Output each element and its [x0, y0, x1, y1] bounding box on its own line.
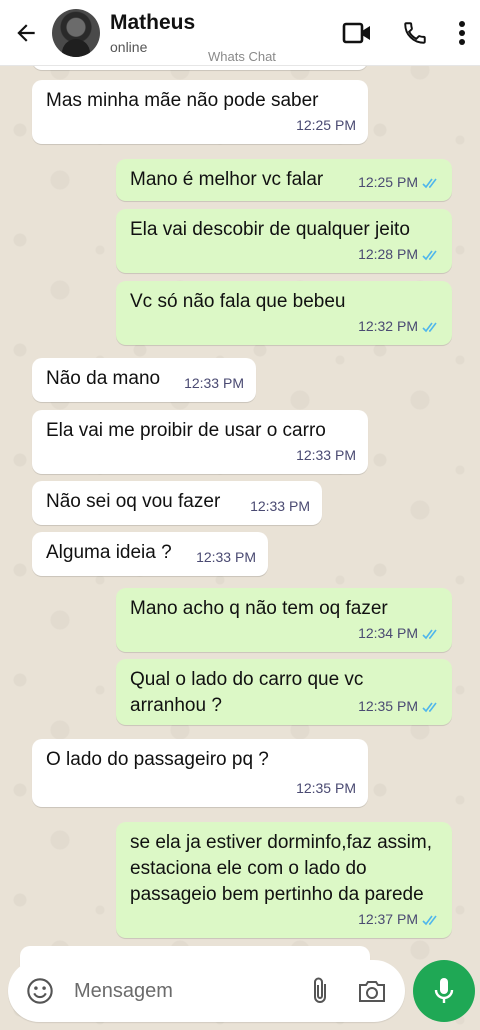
message-bubble[interactable]: Vc só não fala que bebeu 12:32 PM — [116, 281, 452, 345]
message-text: Mano acho q não tem oq fazer — [130, 598, 388, 619]
mic-button[interactable] — [413, 960, 475, 1022]
more-options-button[interactable] — [458, 20, 466, 46]
message-time: 12:37 PM — [358, 906, 440, 932]
message-bubble[interactable]: Alguma ideia ? 12:33 PM — [32, 532, 268, 576]
message-text: Mano é melhor vc falar — [130, 169, 324, 190]
more-options-icon — [459, 21, 465, 45]
message-time: 12:25 PM — [296, 117, 356, 133]
message-text: Ela vai descobir de qualquer jeito — [130, 219, 410, 240]
message-input[interactable]: Mensagem — [74, 980, 309, 1003]
message-bubble[interactable]: Não sei oq vou fazer 12:33 PM — [32, 481, 322, 525]
message-time: 12:25 PM — [358, 169, 440, 195]
message-time: 12:33 PM — [296, 447, 356, 463]
chat-header: Matheus online Whats Chat — [0, 0, 480, 66]
message-time: 12:32 PM — [358, 313, 440, 339]
camera-button[interactable] — [357, 978, 387, 1004]
contact-info[interactable]: Matheus online — [110, 11, 195, 55]
read-ticks-icon — [422, 250, 437, 261]
video-call-button[interactable] — [342, 21, 372, 45]
message-text: Ela vai me proibir de usar o carro — [46, 420, 326, 441]
message-time: 12:33 PM — [250, 498, 310, 514]
message-bubble[interactable]: Ela vai me proibir de usar o carro 12:33… — [32, 410, 368, 474]
phone-icon — [404, 22, 426, 44]
message-bubble[interactable]: se ela ja estiver dorminfo,faz assim, es… — [116, 822, 452, 938]
message-bubble[interactable]: Qual o lado do carro que vc arranhou ? 1… — [116, 659, 452, 725]
message-time: 12:34 PM — [358, 620, 440, 646]
message-bubble[interactable]: Mano acho q não tem oq fazer 12:34 PM — [116, 588, 452, 652]
message-text: Alguma ideia ? — [46, 542, 172, 563]
voice-call-button[interactable] — [402, 20, 428, 46]
emoji-icon — [27, 978, 53, 1004]
message-time: 12:35 PM — [296, 780, 356, 796]
message-text: Não sei oq vou fazer — [46, 491, 221, 512]
contact-name: Matheus — [110, 10, 196, 34]
message-time: 12:35 PM — [358, 693, 440, 719]
message-bubble[interactable]: Não da mano 12:33 PM — [32, 358, 256, 402]
contact-status: online — [110, 38, 148, 55]
camera-icon — [359, 981, 385, 1002]
read-ticks-icon — [422, 178, 437, 189]
avatar[interactable] — [52, 8, 100, 57]
message-text: se ela ja estiver dorminfo,faz assim, es… — [130, 832, 438, 905]
message-bubble[interactable]: Mano é melhor vc falar 12:25 PM — [116, 159, 452, 201]
message-time: 12:33 PM — [184, 375, 244, 391]
message-composer: Mensagem — [8, 960, 405, 1022]
read-ticks-icon — [422, 629, 437, 640]
message-text: Mas minha mãe não pode saber — [46, 90, 319, 111]
emoji-button[interactable] — [26, 977, 54, 1005]
message-bubble[interactable]: O lado do passageiro pq ? 12:35 PM — [32, 739, 368, 807]
watermark: Whats Chat — [208, 49, 276, 64]
read-ticks-icon — [422, 322, 437, 333]
message-bubble[interactable]: Ela vai descobir de qualquer jeito 12:28… — [116, 209, 452, 273]
back-arrow-icon — [17, 23, 35, 42]
video-call-icon — [342, 22, 370, 44]
message-text: Qual o lado do carro que vc arranhou ? — [130, 669, 369, 716]
message-text: Vc só não fala que bebeu — [130, 291, 346, 312]
back-button[interactable] — [4, 0, 48, 66]
message-time: 12:33 PM — [196, 549, 256, 565]
read-ticks-icon — [422, 915, 437, 926]
mic-icon — [434, 978, 454, 1003]
message-text: O lado do passageiro pq ? — [46, 749, 269, 770]
attach-icon — [314, 977, 326, 1003]
read-ticks-icon — [422, 702, 437, 713]
message-bubble[interactable]: Mas minha mãe não pode saber 12:25 PM — [32, 80, 368, 144]
attach-button[interactable] — [309, 976, 331, 1006]
message-text: Não da mano — [46, 368, 161, 389]
message-time: 12:28 PM — [358, 241, 440, 267]
